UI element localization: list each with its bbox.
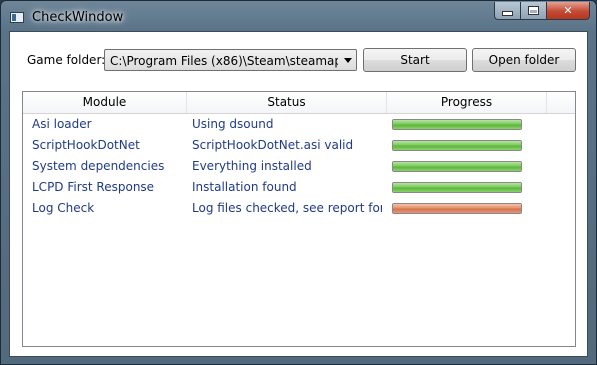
start-button[interactable]: Start <box>363 48 467 72</box>
progress-bar <box>392 140 522 151</box>
column-header-status[interactable]: Status <box>187 92 387 113</box>
module-cell: Asi loader <box>32 117 92 131</box>
caption-buttons: ✕ <box>494 2 590 22</box>
module-status-grid[interactable]: Module Status Progress Asi loader Using d… <box>22 91 576 347</box>
maximize-icon <box>528 6 539 15</box>
progress-bar <box>392 119 522 130</box>
window-content: Game folder: C:\Program Files (x86)\Stea… <box>9 31 588 357</box>
maximize-button[interactable] <box>520 2 546 20</box>
status-cell: ScriptHookDotNet.asi valid <box>192 138 354 152</box>
game-folder-label: Game folder: <box>27 53 106 67</box>
open-folder-button[interactable]: Open folder <box>472 48 576 72</box>
close-button[interactable]: ✕ <box>546 2 590 20</box>
column-header-progress[interactable]: Progress <box>387 92 547 113</box>
status-cell: Using dsound <box>192 117 274 131</box>
grid-header: Module Status Progress <box>23 92 575 114</box>
progress-bar-fill <box>393 120 521 129</box>
progress-bar-fill <box>393 204 521 213</box>
title-bar[interactable]: CheckWindow ✕ <box>1 1 596 31</box>
status-cell: Installation found <box>192 180 297 194</box>
game-folder-combobox[interactable]: C:\Program Files (x86)\Steam\steamapps\c… <box>104 49 357 71</box>
progress-bar <box>392 182 522 193</box>
progress-bar <box>392 161 522 172</box>
table-row[interactable]: Asi loader Using dsound <box>23 114 575 135</box>
table-row[interactable]: ScriptHookDotNet ScriptHookDotNet.asi val… <box>23 135 575 156</box>
column-header-module[interactable]: Module <box>23 92 187 113</box>
status-cell: Everything installed <box>192 159 312 173</box>
check-window: CheckWindow ✕ Game folder: C:\Program Fi… <box>0 0 597 365</box>
table-row[interactable]: Log Check Log files checked, see report f… <box>23 198 575 219</box>
table-row[interactable]: LCPD First Response Installation found <box>23 177 575 198</box>
minimize-icon <box>502 11 513 16</box>
module-cell: LCPD First Response <box>32 180 155 194</box>
status-cell: Log files checked, see report for mo <box>192 201 382 215</box>
minimize-button[interactable] <box>494 2 520 20</box>
progress-bar-fill <box>393 183 521 192</box>
chevron-down-icon[interactable] <box>344 58 352 63</box>
module-cell: Log Check <box>32 201 95 215</box>
module-cell: ScriptHookDotNet <box>32 138 140 152</box>
progress-bar-fill <box>393 162 521 171</box>
close-icon: ✕ <box>563 4 573 17</box>
app-window-icon <box>10 12 24 23</box>
game-folder-value: C:\Program Files (x86)\Steam\steamapps\c… <box>110 54 338 68</box>
progress-bar <box>392 203 522 214</box>
window-title: CheckWindow <box>32 10 124 25</box>
table-row[interactable]: System dependencies Everything installed <box>23 156 575 177</box>
progress-bar-fill <box>393 141 521 150</box>
module-cell: System dependencies <box>32 159 165 173</box>
